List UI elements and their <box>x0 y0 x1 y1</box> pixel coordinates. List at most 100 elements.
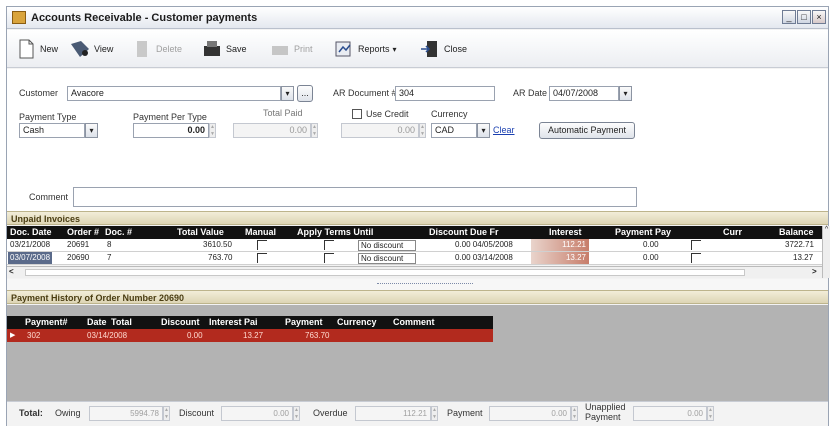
payment-type-label: Payment Type <box>19 112 77 122</box>
reports-icon <box>335 41 351 57</box>
ar-date-dropdown-icon[interactable]: ▾ <box>619 86 632 101</box>
discount-select[interactable]: No discount <box>358 253 416 264</box>
delete-label: Delete <box>156 44 183 54</box>
cell-balance: 3722.71 <box>785 240 814 249</box>
scrollbar-thumb[interactable] <box>25 269 745 276</box>
clear-link[interactable]: Clear <box>493 125 515 135</box>
col-currency[interactable]: Currency <box>337 316 377 329</box>
scroll-right-icon[interactable]: > <box>812 267 817 276</box>
unapplied-payment-label: Unapplied Payment <box>585 402 626 422</box>
table-row[interactable]: 03/21/2008 20691 8 3610.50 No discount 0… <box>7 239 822 252</box>
col-date[interactable]: Date <box>87 316 107 329</box>
new-button[interactable]: New <box>15 36 58 62</box>
comment-field[interactable] <box>73 187 637 207</box>
discount-select[interactable]: No discount <box>358 240 416 251</box>
payment-per-type-field[interactable]: 0.00 <box>133 123 209 138</box>
col-doc[interactable]: Doc. # <box>105 226 132 239</box>
payment-total-spinner: ▲ ▼ <box>571 406 578 421</box>
overdue-label: Overdue <box>313 408 348 418</box>
unpaid-invoices-header: Unpaid Invoices <box>7 211 828 225</box>
col-payment-no[interactable]: Payment# <box>25 316 68 329</box>
save-label: Save <box>226 44 247 54</box>
customer-field[interactable]: Avacore <box>67 86 281 101</box>
col-comment[interactable]: Comment <box>393 316 435 329</box>
col-balance[interactable]: Balance <box>779 226 814 239</box>
ar-date-field[interactable]: 04/07/2008 <box>549 86 619 101</box>
reports-button[interactable]: Reports ▾ <box>333 36 397 62</box>
cell-doc-date: 03/21/2008 <box>10 240 51 249</box>
col-apply-terms[interactable]: Apply Terms Until <box>297 226 373 239</box>
cell-payment: 763.70 <box>305 331 330 340</box>
unpaid-horizontal-scrollbar[interactable]: < > <box>7 266 822 278</box>
use-credit-field: 0.00 <box>341 123 419 138</box>
currency-label: Currency <box>431 109 468 119</box>
minimize-button[interactable]: _ <box>782 10 796 24</box>
view-button[interactable]: View <box>69 36 113 62</box>
payment-type-dropdown-icon[interactable]: ▾ <box>85 123 98 138</box>
delete-button[interactable]: Delete <box>131 36 182 62</box>
owing-label: Owing <box>55 408 81 418</box>
toolbar: New View Delete Save Print Reports ▾ Clo… <box>7 30 828 68</box>
print-button[interactable]: Print <box>269 36 313 62</box>
reports-dropdown-icon[interactable]: ▾ <box>393 45 397 54</box>
close-window-button[interactable]: × <box>812 10 826 24</box>
overdue-field: 112.21 <box>355 406 431 421</box>
payment-type-field[interactable]: Cash <box>19 123 85 138</box>
print-label: Print <box>294 44 313 54</box>
table-row[interactable]: 03/07/2008 20690 7 763.70 No discount 0.… <box>7 252 822 265</box>
payment-per-type-spinner[interactable]: ▲ ▼ <box>209 123 216 138</box>
unapplied-payment-field: 0.00 <box>633 406 707 421</box>
col-interest-paid[interactable]: Interest Pai <box>209 316 258 329</box>
cell-discount-due: 0.00 03/14/2008 <box>455 253 513 262</box>
ar-document-field[interactable]: 304 <box>395 86 495 101</box>
col-payment-pay[interactable]: Payment Pay <box>615 226 671 239</box>
col-discount[interactable]: Discount <box>161 316 200 329</box>
apply-terms-checkbox[interactable] <box>324 240 334 250</box>
col-order[interactable]: Order # <box>67 226 99 239</box>
automatic-payment-button[interactable]: Automatic Payment <box>539 122 635 139</box>
cell-date: 03/14/2008 <box>87 331 128 340</box>
cell-payment: 0.00 <box>643 253 659 262</box>
col-payment[interactable]: Payment <box>285 316 323 329</box>
apply-terms-checkbox[interactable] <box>324 253 334 263</box>
splitter-grip[interactable] <box>377 283 473 285</box>
currency-field[interactable]: CAD <box>431 123 477 138</box>
use-credit-checkbox[interactable] <box>352 109 362 119</box>
scroll-left-icon[interactable]: < <box>9 267 14 276</box>
view-label: View <box>94 44 114 54</box>
manual-checkbox[interactable] <box>257 253 267 263</box>
manual-checkbox[interactable] <box>257 240 267 250</box>
col-curr[interactable]: Curr <box>723 226 742 239</box>
col-total[interactable]: Total <box>111 316 132 329</box>
col-discount-due[interactable]: Discount Due Fr <box>429 226 499 239</box>
col-total-value[interactable]: Total Value <box>177 226 224 239</box>
col-interest[interactable]: Interest <box>549 226 582 239</box>
save-button[interactable]: Save <box>201 36 247 62</box>
window-title: Accounts Receivable - Customer payments <box>31 12 258 24</box>
scroll-up-icon[interactable]: ^ <box>823 226 830 233</box>
cell-discount-due: 0.00 04/05/2008 <box>455 240 513 249</box>
ar-document-label: AR Document # <box>333 88 397 98</box>
discount-total-spinner: ▲ ▼ <box>293 406 300 421</box>
splitter[interactable] <box>7 279 828 290</box>
overdue-spinner: ▲ ▼ <box>431 406 438 421</box>
cell-interest-paid: 13.27 <box>243 331 264 340</box>
history-grid-header: Payment# Date Total Discount Interest Pa… <box>7 316 493 329</box>
cell-order: 20691 <box>67 240 90 249</box>
unapplied-label-line2: Payment <box>585 412 621 422</box>
col-manual[interactable]: Manual <box>245 226 276 239</box>
customer-browse-button[interactable]: ... <box>297 85 313 102</box>
history-row[interactable]: ▶ 302 03/14/2008 0.00 13.27 763.70 <box>7 329 493 342</box>
close-button[interactable]: Close <box>419 36 467 62</box>
currency-dropdown-icon[interactable]: ▾ <box>477 123 490 138</box>
title-bar: Accounts Receivable - Customer payments … <box>7 7 828 29</box>
reports-label: Reports <box>358 44 390 54</box>
pay-checkbox[interactable] <box>691 253 701 263</box>
pay-checkbox[interactable] <box>691 240 701 250</box>
customer-dropdown-icon[interactable]: ▾ <box>281 86 294 101</box>
customer-label: Customer <box>19 88 59 98</box>
col-doc-date[interactable]: Doc. Date <box>10 226 52 239</box>
cell-interest: 13.27 <box>531 252 589 264</box>
maximize-button[interactable]: □ <box>797 10 811 24</box>
unpaid-vertical-scrollbar[interactable]: ^ <box>822 226 830 278</box>
